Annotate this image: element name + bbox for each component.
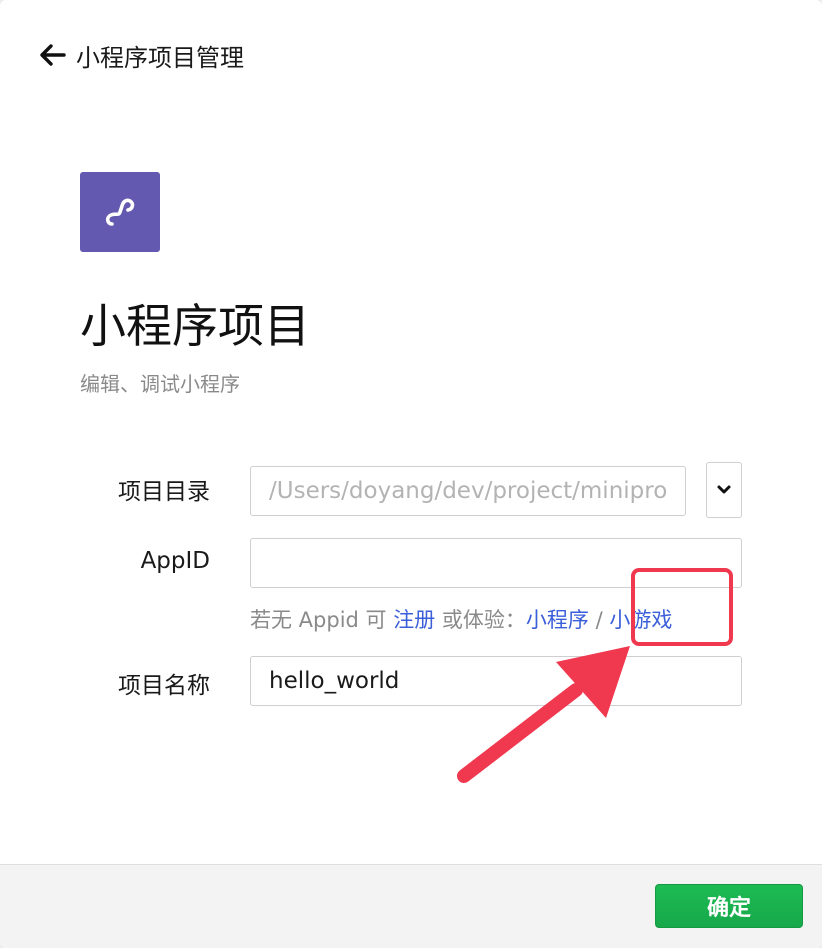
project-name-label: 项目名称: [118, 673, 210, 699]
arrow-left-icon[interactable]: [38, 43, 66, 67]
back-nav[interactable]: 小程序项目管理: [38, 38, 244, 72]
register-link[interactable]: 注册: [393, 608, 435, 632]
link-glyph-icon: [105, 198, 135, 226]
project-dialog: 小程序项目管理 小程序项目 编辑、调试小程序 项目目录 /Users/doyan…: [0, 0, 822, 948]
mini-program-logo-icon: [80, 172, 160, 252]
hint-prefix: 若无 Appid 可: [250, 608, 394, 632]
annotation-highlight-box: [631, 568, 733, 646]
appid-hint: 若无 Appid 可 注册 或体验：小程序 / 小游戏: [250, 604, 672, 634]
hint-separator: /: [588, 608, 610, 632]
appid-label: AppID: [140, 548, 210, 574]
confirm-button[interactable]: 确定: [655, 884, 803, 928]
directory-input[interactable]: /Users/doyang/dev/project/minipro: [250, 466, 686, 516]
chevron-down-icon: [717, 485, 731, 494]
nav-title: 小程序项目管理: [76, 43, 244, 72]
directory-dropdown-button[interactable]: [706, 462, 742, 518]
page-subtitle: 编辑、调试小程序: [80, 372, 240, 396]
miniprogram-link[interactable]: 小程序: [526, 608, 589, 632]
hint-middle: 或体验：: [435, 608, 526, 632]
page-title: 小程序项目: [80, 299, 310, 353]
directory-label: 项目目录: [118, 479, 210, 505]
annotation-arrow-icon: [457, 646, 630, 783]
